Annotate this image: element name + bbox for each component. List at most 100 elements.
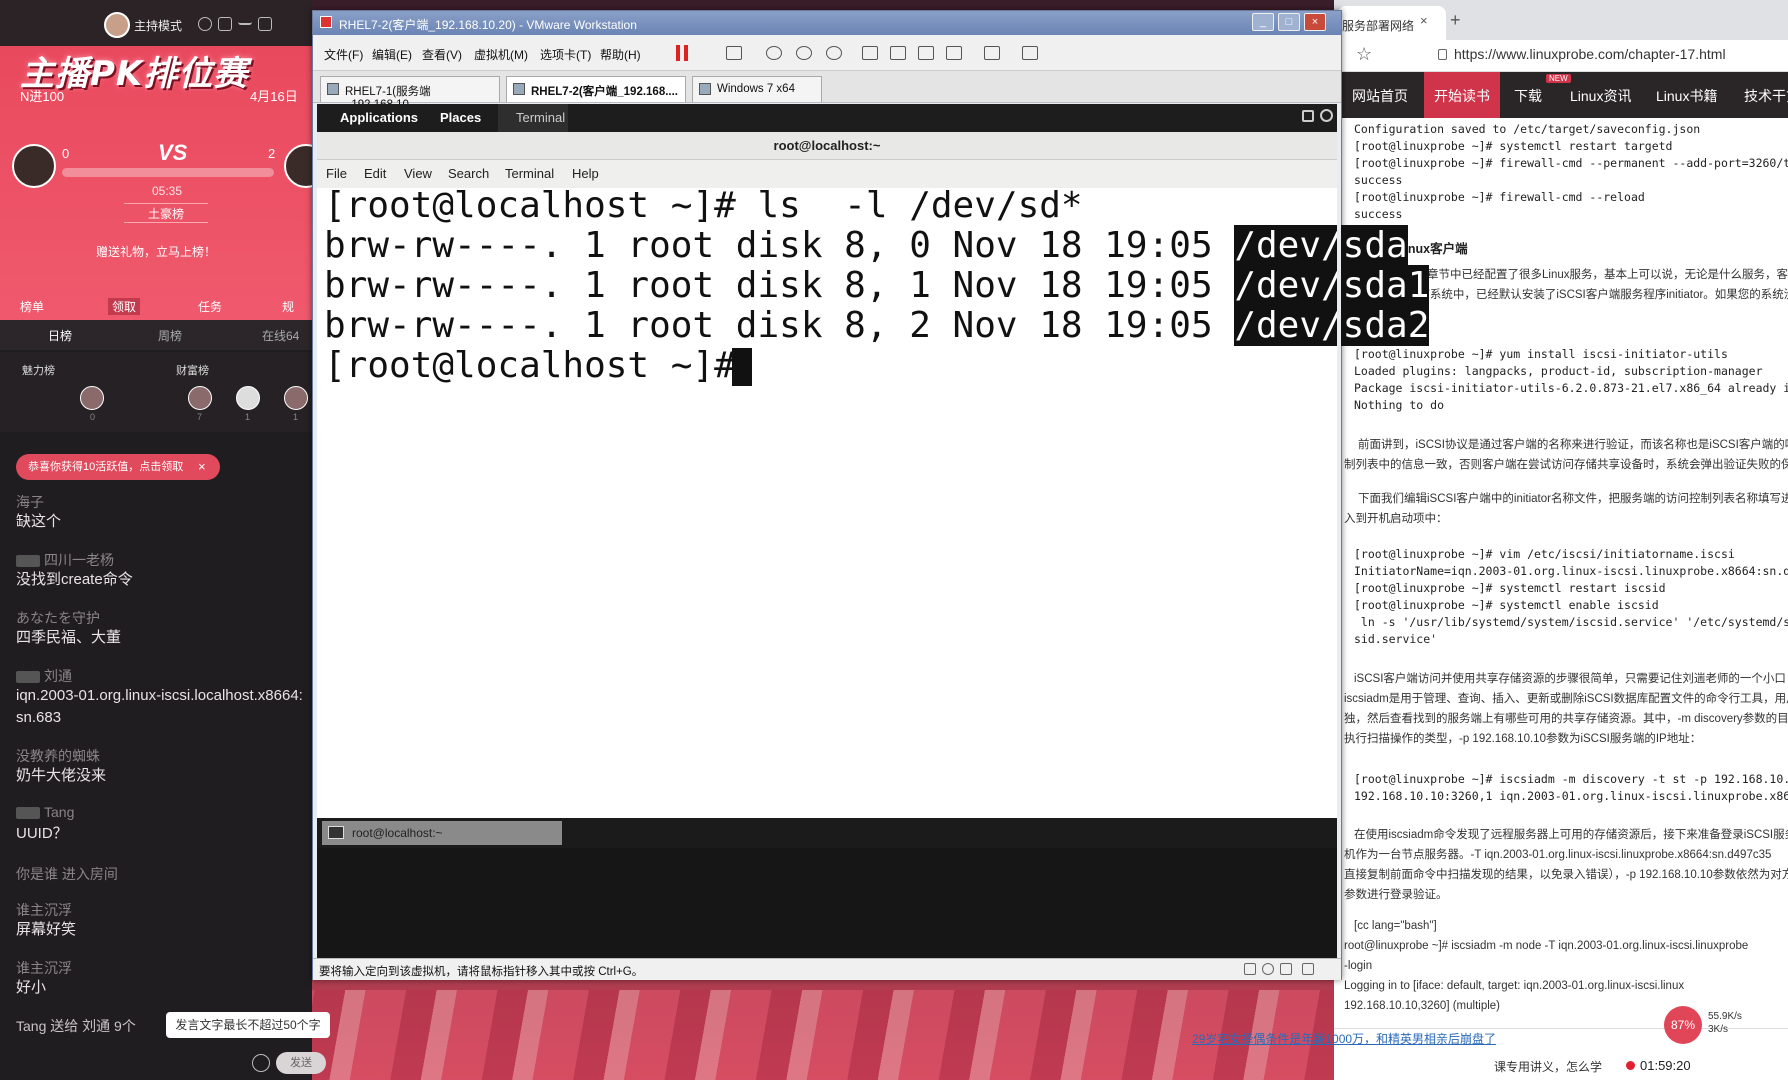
vmware-titlebar[interactable]: RHEL7-2(客户端_192.168.10.20) - VMware Work…: [313, 11, 1341, 35]
terminal-app-menu[interactable]: Terminal: [498, 104, 568, 132]
terminal-menu-view[interactable]: View: [404, 166, 432, 181]
rank-count: 0: [90, 412, 96, 422]
chat-username-text: 四川一老杨: [44, 552, 114, 568]
chat-username[interactable]: 谁主沉浮: [16, 900, 72, 920]
send-button[interactable]: 发送: [276, 1052, 326, 1074]
menu-tabs[interactable]: 选项卡(T): [540, 46, 591, 63]
pause-icon[interactable]: [676, 45, 688, 61]
browser-tab[interactable]: 服务部署网络: [1338, 6, 1446, 40]
display-icon[interactable]: [1302, 963, 1314, 975]
code-line: InitiatorName=iqn.2003-01.org.linux-iscs…: [1354, 564, 1788, 578]
tab-ranking[interactable]: 榜单: [20, 298, 44, 315]
bookmark-star-icon[interactable]: ☆: [1356, 44, 1372, 65]
code-line: [root@linuxprobe ~]# systemctl restart i…: [1354, 581, 1666, 595]
send-ctrl-alt-del-icon[interactable]: [726, 46, 742, 60]
chat-username[interactable]: 海子: [16, 492, 44, 512]
news-link[interactable]: 29岁宅女择偶条件是年薪1000万，和精英男相亲后崩盘了: [1192, 1030, 1496, 1047]
network-speed: 55.9K/s 3K/s: [1708, 1010, 1742, 1036]
power-icon[interactable]: [1320, 109, 1333, 122]
tab-rules[interactable]: 规: [282, 298, 294, 315]
network-icon[interactable]: [1280, 963, 1292, 975]
chat-username[interactable]: 刘通: [16, 666, 72, 686]
volume-icon[interactable]: [1302, 110, 1314, 122]
close-tab-icon[interactable]: ×: [1420, 13, 1428, 28]
rank-avatar[interactable]: [236, 386, 260, 410]
unity-icon[interactable]: [946, 46, 962, 60]
settings-icon[interactable]: [198, 17, 212, 31]
pk-left-avatar[interactable]: [12, 144, 56, 188]
close-icon[interactable]: ×: [198, 459, 206, 474]
chat-username[interactable]: 四川一老杨: [16, 550, 114, 570]
revert-snapshot-icon[interactable]: [796, 46, 812, 60]
tab-weekly[interactable]: 周榜: [158, 327, 182, 344]
chat-username[interactable]: あなたを守护: [16, 608, 100, 628]
nav-news[interactable]: Linux资讯: [1570, 86, 1631, 106]
thumbnail-view-icon[interactable]: [890, 46, 906, 60]
menu-vm[interactable]: 虚拟机(M): [474, 46, 528, 63]
places-menu[interactable]: Places: [440, 110, 481, 125]
vm-icon: [699, 83, 711, 95]
library-view-icon[interactable]: [862, 46, 878, 60]
maximize-button[interactable]: □: [1278, 13, 1300, 31]
rank-avatar[interactable]: [188, 386, 212, 410]
nav-books[interactable]: Linux书籍: [1656, 86, 1717, 106]
rank-avatar[interactable]: [284, 386, 308, 410]
tab-online[interactable]: 在线64: [262, 327, 299, 344]
console-view-icon[interactable]: [984, 46, 1000, 60]
cd-drive-icon[interactable]: [1262, 963, 1274, 975]
terminal-prompt: [root@localhost ~]#: [324, 345, 758, 386]
snapshot-manager-icon[interactable]: [826, 46, 842, 60]
list-icon[interactable]: [218, 17, 232, 31]
minimize-icon[interactable]: [238, 17, 252, 25]
level-badge-icon: [16, 807, 40, 820]
chat-username[interactable]: 没教养的蜘蛛: [16, 746, 100, 766]
vm-tab-windows7[interactable]: Windows 7 x64: [692, 76, 822, 102]
rank-avatar[interactable]: [80, 386, 104, 410]
applications-menu[interactable]: Applications: [324, 108, 432, 128]
menu-file[interactable]: 文件(F): [324, 46, 363, 63]
menu-edit[interactable]: 编辑(E): [372, 46, 412, 63]
menu-help[interactable]: 帮助(H): [600, 46, 641, 63]
tab-tasks[interactable]: 任务: [198, 298, 222, 315]
nav-read[interactable]: 开始读书: [1434, 86, 1490, 106]
taskbar-terminal-entry[interactable]: root@localhost:~: [322, 821, 562, 845]
close-button[interactable]: ×: [1304, 13, 1326, 31]
menu-view[interactable]: 查看(V): [422, 46, 462, 63]
tab-daily[interactable]: 日榜: [48, 327, 72, 344]
reward-notice[interactable]: 恭喜你获得10活跃值，点击领取: [16, 454, 220, 480]
pk-timer: 05:35: [152, 184, 183, 198]
level-badge-icon: [16, 555, 40, 568]
download-speed: 3K/s: [1708, 1024, 1729, 1035]
vm-tab-server[interactable]: RHEL7-1(服务端_192.168.10....: [320, 76, 500, 111]
terminal-menu-search[interactable]: Search: [448, 166, 489, 181]
terminal-menu-file[interactable]: File: [326, 166, 347, 181]
terminal-menu-edit[interactable]: Edit: [364, 166, 386, 181]
cpu-usage-badge[interactable]: 87%: [1664, 1006, 1702, 1044]
terminal-menu-terminal[interactable]: Terminal: [505, 166, 554, 181]
chat-username[interactable]: 谁主沉浮: [16, 958, 72, 978]
code-line: ln -s '/usr/lib/systemd/system/iscsid.se…: [1354, 615, 1788, 629]
snapshot-icon[interactable]: [766, 46, 782, 60]
vm-tab-client[interactable]: RHEL7-2(客户端_192.168....: [506, 76, 686, 102]
emoji-icon[interactable]: [252, 1054, 270, 1072]
stretch-guest-icon[interactable]: [1022, 46, 1038, 60]
nav-tech[interactable]: 技术干货: [1744, 86, 1788, 106]
paragraph-line: Logging in to [iface: default, target: i…: [1344, 980, 1685, 992]
vm-icon: [513, 83, 525, 95]
rank-badge: 土豪榜: [124, 203, 208, 223]
nav-download[interactable]: 下载: [1514, 86, 1542, 106]
hard-disk-icon[interactable]: [1244, 963, 1256, 975]
new-tab-button[interactable]: +: [1450, 10, 1461, 31]
tab-claim[interactable]: 领取: [108, 298, 141, 315]
host-avatar[interactable]: [104, 12, 130, 38]
chat-username[interactable]: Tang: [16, 804, 74, 820]
minimize-button[interactable]: _: [1252, 13, 1274, 31]
terminal-line: brw-rw----. 1 root disk 8, 0 Nov 18 19:0…: [324, 225, 1408, 266]
terminal-menu-help[interactable]: Help: [572, 166, 599, 181]
rank-count: 7: [197, 412, 203, 422]
url-field[interactable]: https://www.linuxprobe.com/chapter-17.ht…: [1454, 46, 1726, 62]
nav-home[interactable]: 网站首页: [1352, 86, 1408, 106]
code-line: success: [1354, 173, 1403, 187]
fullscreen-icon[interactable]: [918, 46, 934, 60]
maximize-icon[interactable]: [258, 17, 272, 31]
